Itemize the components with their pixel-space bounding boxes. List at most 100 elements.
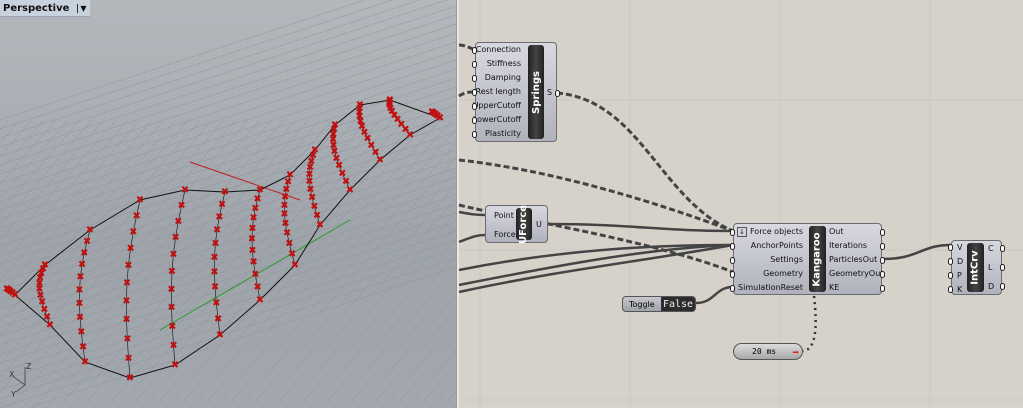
springs-component[interactable]: Springs Connection Stiffness Damping Rest l…	[472, 42, 560, 142]
input-v[interactable]: V	[957, 243, 962, 252]
input-damping[interactable]: Damping	[485, 73, 521, 82]
input-port[interactable]	[472, 131, 477, 138]
output-port[interactable]	[880, 271, 885, 278]
expand-icon[interactable]: ↓	[737, 227, 747, 237]
particle-marker: ✖	[83, 236, 91, 247]
particle-marker: ✖	[214, 314, 222, 325]
output-port[interactable]	[880, 229, 885, 236]
input-port[interactable]	[730, 285, 735, 292]
particle-marker: ✖	[218, 199, 226, 210]
input-port[interactable]	[472, 89, 477, 96]
particle-marker: ✖	[346, 185, 354, 196]
input-port[interactable]	[730, 257, 735, 264]
output-port[interactable]	[880, 243, 885, 250]
particle-marker: ✖	[81, 357, 89, 368]
kangaroo-title: Kangaroo	[809, 226, 826, 292]
output-port[interactable]	[555, 90, 560, 97]
intcrv-title: IntCrv	[967, 243, 984, 292]
input-p[interactable]: P	[957, 271, 962, 280]
output-port[interactable]	[1000, 283, 1005, 290]
particle-marker: ✖	[406, 130, 414, 141]
toggle-value[interactable]: False	[661, 297, 695, 311]
uforce-title: UForce	[516, 204, 532, 244]
input-d[interactable]: D	[957, 257, 963, 266]
particle-marker: ✖	[78, 260, 86, 271]
particle-marker: ✖	[177, 201, 185, 212]
axis-y-label: Y	[11, 390, 16, 399]
kangaroo-component[interactable]: ↓ Kangaroo Force objects AnchorPoints Sett…	[730, 223, 885, 295]
input-force[interactable]: Force	[494, 230, 516, 239]
input-port[interactable]	[472, 75, 477, 82]
output-port[interactable]	[880, 285, 885, 292]
rhino-viewport[interactable]: ✖ ✖ ✖ ✖ ✖ ✖ ✖ ✖ ✖ ✖ ✖ ✖ ✖ ✖ ✖ ✖ ✖ ✖ ✖ ✖ ✖ ✖ ✖ ✖ ✖ ✖ ✖ ✖ ✖ ✖ ✖ ✖ ✖ ✖ ✖ ✖ ✖ ✖ ✖ ✖…	[0, 0, 456, 408]
particle-marker: ✖	[253, 282, 261, 293]
output-iterations[interactable]: Iterations	[829, 241, 867, 250]
input-port[interactable]	[730, 243, 735, 250]
input-port[interactable]	[948, 244, 953, 251]
boolean-toggle[interactable]: Toggle False	[622, 296, 696, 312]
uforce-component[interactable]: UForce Point Force U	[485, 204, 548, 244]
particle-marker: ✖	[123, 278, 131, 289]
particle-marker: ✖	[167, 303, 175, 314]
output-out[interactable]: Out	[829, 227, 844, 236]
output-port[interactable]	[1000, 264, 1005, 271]
input-anchorpoints[interactable]: AnchorPoints	[751, 241, 803, 250]
output-geometryout[interactable]: GeometryOut	[829, 269, 883, 278]
input-plasticity[interactable]: Plasticity	[485, 129, 521, 138]
particle-marker: ✖	[291, 260, 299, 271]
output-s[interactable]: S	[547, 88, 552, 97]
input-port[interactable]	[730, 271, 735, 278]
input-port[interactable]	[472, 103, 477, 110]
particle-marker: ✖	[129, 227, 137, 238]
output-port[interactable]	[880, 257, 885, 264]
input-uppercutoff[interactable]: UpperCutoff	[473, 101, 521, 110]
input-stiffness[interactable]: Stiffness	[487, 59, 521, 68]
input-port[interactable]	[472, 61, 477, 68]
output-d[interactable]: D	[988, 282, 994, 291]
input-lowercutoff[interactable]: LowerCutoff	[473, 115, 521, 124]
output-u[interactable]: U	[536, 220, 542, 229]
particle-marker: ✖	[248, 245, 256, 256]
input-port[interactable]	[948, 286, 953, 293]
toggle-label: Toggle	[629, 299, 655, 309]
particle-marker: ✖	[168, 267, 176, 278]
particle-marker: ✖	[86, 225, 94, 236]
viewport-tab[interactable]: Perspective ▼	[0, 0, 90, 17]
output-port[interactable]	[1000, 245, 1005, 252]
input-settings[interactable]: Settings	[770, 255, 803, 264]
particle-marker: ✖	[126, 373, 134, 384]
output-c[interactable]: C	[988, 244, 994, 253]
intcrv-component[interactable]: IntCrv VDPKCLD	[948, 240, 1005, 295]
output-particlesout[interactable]: ParticlesOut	[829, 255, 877, 264]
particle-marker: ✖	[181, 185, 189, 196]
input-port[interactable]	[730, 229, 735, 236]
particle-marker: ✖	[80, 248, 88, 259]
particle-marker: ✖	[221, 187, 229, 198]
particle-marker: ✖	[210, 267, 218, 278]
particle-marker: ✖	[316, 220, 324, 231]
input-connection[interactable]: Connection	[476, 45, 521, 54]
output-ke[interactable]: KE	[829, 283, 839, 292]
particle-marker: ✖	[79, 342, 87, 353]
input-geometry[interactable]: Geometry	[763, 269, 803, 278]
particle-marker: ✖	[248, 223, 256, 234]
particle-marker: ✖	[122, 315, 130, 326]
particle-marker: ✖	[124, 353, 132, 364]
timer-component[interactable]: 20 ms ➡	[733, 343, 803, 360]
input-rest-length[interactable]: Rest length	[476, 87, 521, 96]
chevron-down-icon[interactable]: ▼	[77, 3, 87, 13]
input-point[interactable]: Point	[494, 211, 514, 220]
input-force-objects[interactable]: Force objects	[750, 227, 803, 236]
axis-x-label: X	[9, 370, 15, 379]
particle-marker: ✖	[123, 334, 131, 345]
arrow-right-icon: ➡	[792, 346, 799, 359]
particle-marker: ✖	[376, 155, 384, 166]
input-simulationreset[interactable]: SimulationReset	[738, 283, 803, 292]
particle-marker: ✖	[168, 321, 176, 332]
input-k[interactable]: K	[957, 285, 962, 294]
input-port[interactable]	[472, 47, 477, 54]
input-port[interactable]	[948, 258, 953, 265]
input-port[interactable]	[948, 272, 953, 279]
output-l[interactable]: L	[988, 263, 992, 272]
input-port[interactable]	[472, 117, 477, 124]
